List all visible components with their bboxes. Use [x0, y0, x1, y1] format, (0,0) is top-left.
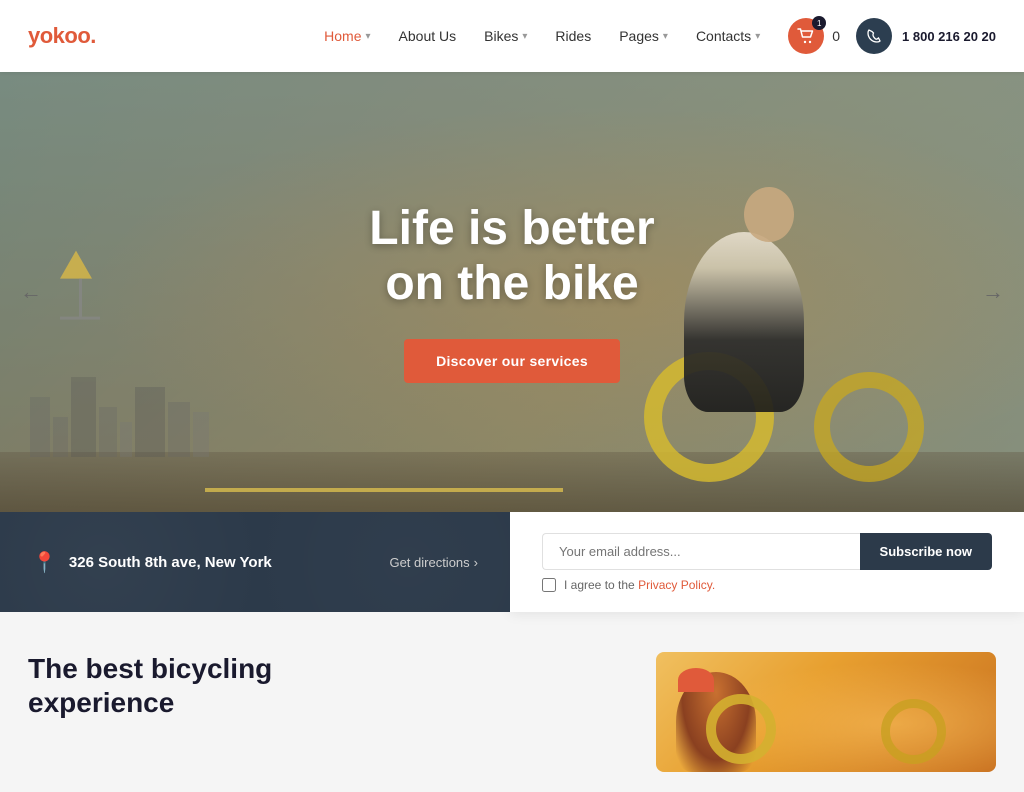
chevron-down-icon: ▾ [522, 31, 527, 42]
city-skyline [0, 377, 1024, 457]
main-nav: Home ▾ About Us Bikes ▾ Rides Pages ▾ Co… [324, 28, 760, 44]
header: yokoo. Home ▾ About Us Bikes ▾ Rides Pag… [0, 0, 1024, 72]
phone-button[interactable]: 1 800 216 20 20 [856, 18, 996, 54]
bottom-right-image [656, 652, 996, 772]
subscribe-button[interactable]: Subscribe now [860, 533, 992, 570]
address-section: 📍 326 South 8th ave, New York [32, 550, 272, 575]
bottom-left: The best bicycling experience [28, 652, 616, 719]
cart-icon [797, 28, 815, 44]
nav-bikes[interactable]: Bikes ▾ [484, 28, 527, 44]
nav-home[interactable]: Home ▾ [324, 28, 370, 44]
header-right: 1 0 1 800 216 20 20 [788, 18, 996, 54]
cart-badge: 1 [812, 16, 826, 30]
nav-pages[interactable]: Pages ▾ [619, 28, 668, 44]
privacy-text: I agree to the Privacy Policy. [564, 578, 715, 592]
chevron-down-icon: ▾ [663, 31, 668, 42]
hero-cta-button[interactable]: Discover our services [404, 339, 620, 383]
address-text: 326 South 8th ave, New York [69, 554, 272, 571]
cart-button[interactable]: 1 0 [788, 18, 840, 54]
nav-contacts[interactable]: Contacts ▾ [696, 28, 760, 44]
nav-rides[interactable]: Rides [555, 28, 591, 44]
phone-number: 1 800 216 20 20 [902, 29, 996, 44]
hero-next-arrow[interactable]: → [982, 279, 1004, 305]
road-sign [60, 251, 100, 320]
bottom-section: The best bicycling experience [0, 612, 1024, 792]
info-strip: 📍 326 South 8th ave, New York Get direct… [0, 512, 510, 612]
subscribe-section: Subscribe now I agree to the Privacy Pol… [510, 512, 1024, 612]
privacy-checkbox[interactable] [542, 578, 556, 592]
get-directions-link[interactable]: Get directions › [389, 555, 478, 570]
privacy-policy-link[interactable]: Privacy Policy. [638, 578, 715, 592]
subscribe-form: Subscribe now [542, 533, 992, 570]
logo-text: yokoo [28, 23, 90, 48]
phone-icon-wrapper [856, 18, 892, 54]
cart-count: 0 [832, 28, 840, 44]
hero-content: Life is better on the bike Discover our … [369, 201, 654, 383]
info-subscribe-row: 📍 326 South 8th ave, New York Get direct… [0, 512, 1024, 612]
section-title: The best bicycling experience [28, 652, 616, 719]
chevron-down-icon: ▾ [366, 31, 371, 42]
logo[interactable]: yokoo. [28, 23, 96, 49]
pin-icon: 📍 [32, 550, 57, 575]
privacy-row: I agree to the Privacy Policy. [542, 578, 992, 592]
hero-title: Life is better on the bike [369, 201, 654, 311]
logo-dot: . [90, 23, 96, 48]
cart-icon-wrapper: 1 [788, 18, 824, 54]
phone-icon [866, 28, 882, 44]
nav-about[interactable]: About Us [399, 28, 457, 44]
chevron-down-icon: ▾ [755, 31, 760, 42]
email-input[interactable] [542, 533, 860, 570]
hero-prev-arrow[interactable]: ← [20, 279, 42, 305]
hero-section: ← → Life is better on the bike Discover … [0, 72, 1024, 512]
